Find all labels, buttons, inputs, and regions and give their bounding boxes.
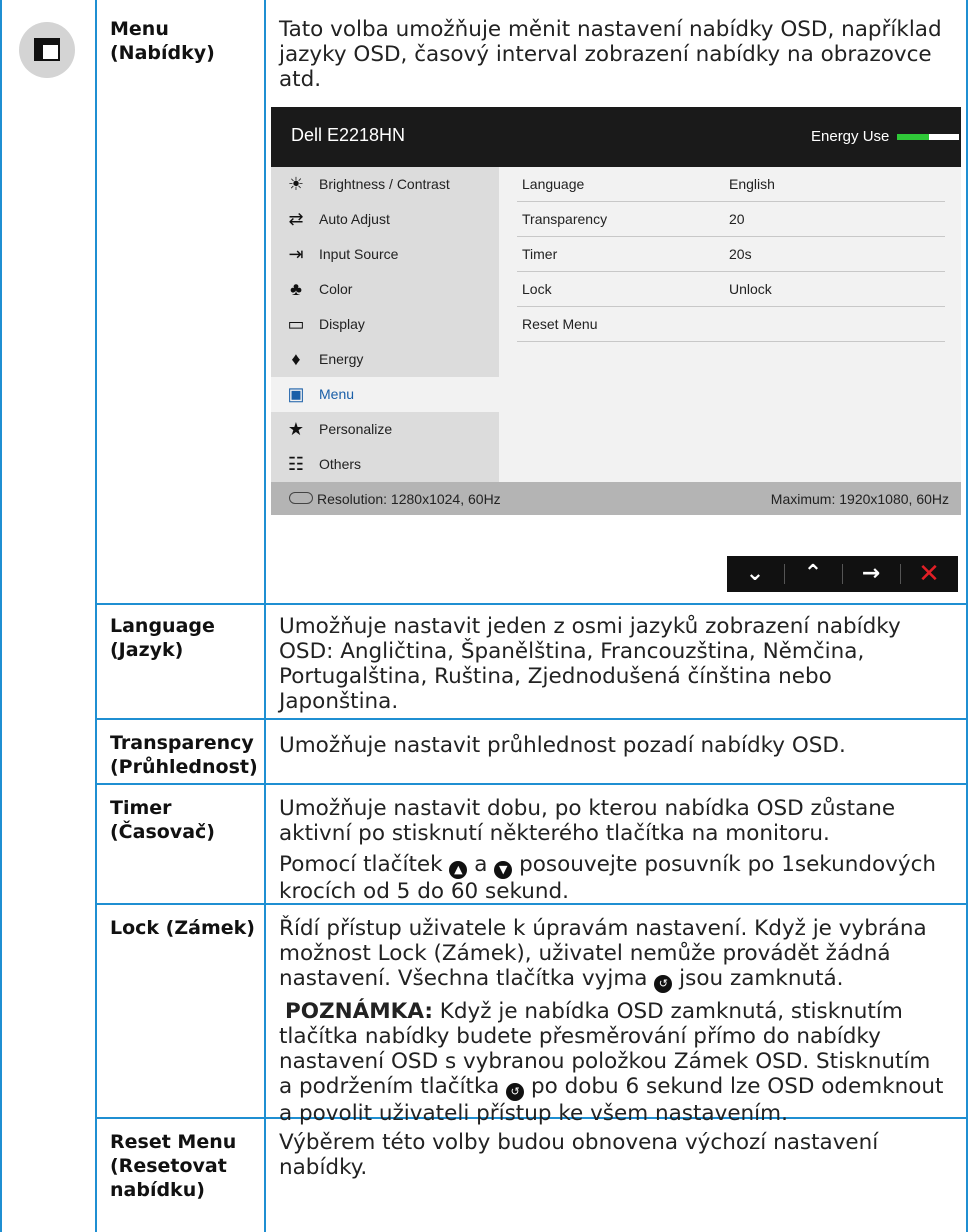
osd-menu-item-input-source[interactable]: ⇥ Input Source (271, 237, 499, 272)
row-description-menu: Tato volba umožňuje měnit nastavení nabí… (279, 17, 942, 92)
display-icon: ▭ (287, 314, 305, 334)
input-source-icon: ⇥ (288, 244, 304, 264)
osd-menu-item-energy[interactable]: ♦ Energy (271, 342, 499, 377)
osd-setting-timer[interactable]: Timer 20s (517, 237, 945, 272)
lock-note: POZNÁMKA: Když je nabídka OSD zamknutá, … (279, 999, 944, 1126)
osd-menu-item-brightness[interactable]: ☀ Brightness / Contrast (271, 167, 499, 202)
osd-menu-item-menu[interactable]: ▣ Menu (271, 377, 499, 412)
color-icon: ♣ (290, 279, 302, 299)
osd-menu-list: ☀ Brightness / Contrast ⇄ Auto Adjust ⇥ … (271, 167, 499, 482)
row-divider (95, 603, 968, 605)
osd-footer: Resolution: 1280x1024, 60Hz Maximum: 192… (271, 482, 961, 515)
osd-screenshot: Dell E2218HN Energy Use ☀ Brightness / C… (271, 107, 961, 540)
osd-button-bar: ⌄ ⌃ → ✕ (727, 556, 958, 592)
table-border-right (966, 0, 968, 1232)
up-button-icon: ▲ (449, 861, 468, 879)
osd-energy-label: Energy Use (811, 128, 890, 145)
up-arrow-icon[interactable]: ⌃ (785, 556, 841, 592)
osd-menu-item-personalize[interactable]: ★ Personalize (271, 412, 499, 447)
back-button-icon: ↺ (654, 975, 673, 993)
back-button-icon: ↺ (506, 1083, 525, 1101)
osd-maximum-resolution: Maximum: 1920x1080, 60Hz (770, 491, 949, 507)
osd-setting-transparency[interactable]: Transparency 20 (517, 202, 945, 237)
row-divider (95, 783, 968, 785)
menu-section-icon (19, 22, 75, 78)
energy-icon: ♦ (291, 349, 301, 369)
row-label-menu: Menu (Nabídky) (110, 18, 215, 64)
osd-setting-language[interactable]: Language English (517, 167, 945, 202)
table-border-col1 (95, 0, 97, 1232)
row-label-reset-menu: Reset Menu (Resetovat nabídku) (110, 1131, 237, 1201)
down-button-icon: ▼ (494, 861, 513, 879)
row-label-language: Language (Jazyk) (110, 615, 215, 661)
osd-setting-reset-menu[interactable]: Reset Menu (517, 307, 945, 342)
osd-resolution: Resolution: 1280x1024, 60Hz (317, 491, 501, 507)
brightness-icon: ☀ (287, 174, 305, 194)
row-description-transparency: Umožňuje nastavit průhlednost pozadí nab… (279, 733, 846, 758)
table-border-col2 (264, 0, 266, 1232)
row-description-language: Umožňuje nastavit jeden z osmi jazyků zo… (279, 614, 901, 714)
osd-menu-item-color[interactable]: ♣ Color (271, 272, 499, 307)
row-divider (95, 718, 968, 720)
right-arrow-icon[interactable]: → (843, 556, 899, 592)
osd-model-title: Dell E2218HN (291, 125, 406, 145)
window-icon (34, 38, 60, 61)
others-icon: ☷ (287, 454, 305, 474)
star-icon: ★ (287, 419, 305, 439)
row-label-transparency: Transparency (Průhlednost) (110, 732, 258, 778)
row-label-lock: Lock (Zámek) (110, 917, 255, 939)
osd-menu-item-display[interactable]: ▭ Display (271, 307, 499, 342)
osd-setting-lock[interactable]: Lock Unlock (517, 272, 945, 307)
osd-energy-meter (897, 134, 959, 140)
down-arrow-icon[interactable]: ⌄ (727, 556, 783, 592)
auto-adjust-icon: ⇄ (288, 209, 304, 229)
row-label-timer: Timer (Časovač) (110, 797, 215, 843)
osd-menu-item-auto-adjust[interactable]: ⇄ Auto Adjust (271, 202, 499, 237)
table-border-left (0, 0, 2, 1232)
connector-icon (289, 492, 313, 504)
menu-icon: ▣ (287, 384, 305, 404)
osd-menu-item-others[interactable]: ☷ Others (271, 447, 499, 482)
osd-header: Dell E2218HN Energy Use (271, 107, 961, 167)
osd-settings-panel: Language English Transparency 20 Timer 2… (499, 167, 961, 482)
close-icon[interactable]: ✕ (901, 556, 957, 592)
row-description-reset-menu: Výběrem této volby budou obnovena výchoz… (279, 1130, 879, 1180)
row-description-lock: Řídí přístup uživatele k úpravám nastave… (279, 916, 949, 1126)
row-description-timer: Umožňuje nastavit dobu, po kterou nabídk… (279, 796, 937, 904)
